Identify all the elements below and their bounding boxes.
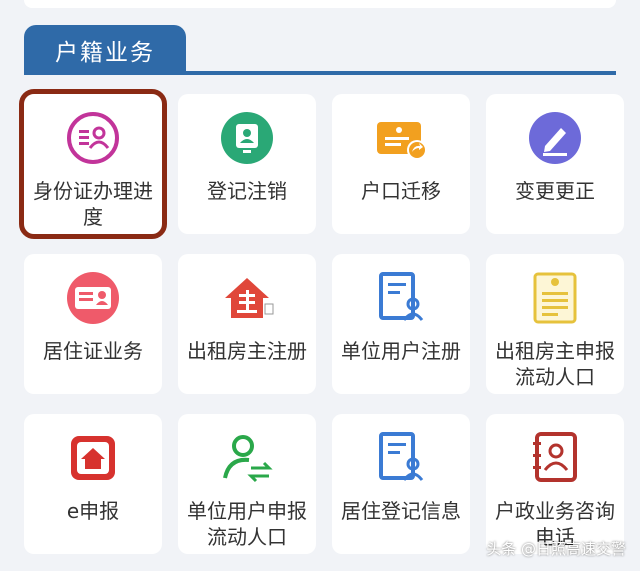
tile-id-card-progress[interactable]: 身份证办理进度 xyxy=(19,89,167,239)
edit-pencil-icon xyxy=(527,110,583,166)
id-badge-icon xyxy=(219,110,275,166)
tile-label: 户口迁移 xyxy=(361,179,441,203)
home-report-icon xyxy=(65,430,121,486)
transfer-certificate-icon xyxy=(373,110,429,166)
tile-landlord-report-migrants[interactable]: 出租房主申报流动人口 xyxy=(486,254,624,394)
tile-e-report[interactable]: e申报 xyxy=(24,414,162,554)
tile-label: 变更更正 xyxy=(515,179,595,203)
tile-label: 出租房主注册 xyxy=(187,339,307,363)
tile-household-transfer[interactable]: 户口迁移 xyxy=(332,94,470,234)
tile-label: 居住登记信息 xyxy=(341,499,461,523)
user-exchange-icon xyxy=(219,430,275,486)
tile-change-correction[interactable]: 变更更正 xyxy=(486,94,624,234)
tile-label: 身份证办理进度 xyxy=(33,179,153,229)
id-card-user-icon xyxy=(65,110,121,166)
service-grid: 身份证办理进度 登记注销 户口迁移 变更更正 居住证业务 出租房主注册 单位用户… xyxy=(19,89,624,571)
tile-residence-registration-info[interactable]: 居住登记信息 xyxy=(332,414,470,554)
top-card-edge xyxy=(24,0,616,8)
tile-label: 单位用户申报流动人口 xyxy=(187,499,307,549)
tile-unit-report-migrants[interactable]: 单位用户申报流动人口 xyxy=(178,414,316,554)
tile-unit-user-register[interactable]: 单位用户注册 xyxy=(332,254,470,394)
section-title: 户籍业务 xyxy=(55,39,155,66)
tile-label: 登记注销 xyxy=(207,179,287,203)
tile-residence-permit[interactable]: 居住证业务 xyxy=(24,254,162,394)
section-divider xyxy=(24,71,616,75)
section-tab-household[interactable]: 户籍业务 xyxy=(24,25,186,74)
notice-document-icon xyxy=(527,270,583,326)
tile-label: 出租房主申报流动人口 xyxy=(495,339,615,389)
tile-landlord-register[interactable]: 出租房主注册 xyxy=(178,254,316,394)
watermark: 头条 @日照高速交警 xyxy=(486,540,626,558)
tile-label: e申报 xyxy=(66,499,120,523)
tile-registration-cancel[interactable]: 登记注销 xyxy=(178,94,316,234)
phone-contact-icon xyxy=(527,430,583,486)
document-user-icon xyxy=(373,430,429,486)
document-user-icon xyxy=(373,270,429,326)
tile-household-hotline[interactable]: 户政业务咨询电话 xyxy=(486,414,624,554)
residence-card-icon xyxy=(65,270,121,326)
house-owner-icon xyxy=(219,270,275,326)
tile-label: 单位用户注册 xyxy=(341,339,461,363)
tile-label: 居住证业务 xyxy=(43,339,143,363)
